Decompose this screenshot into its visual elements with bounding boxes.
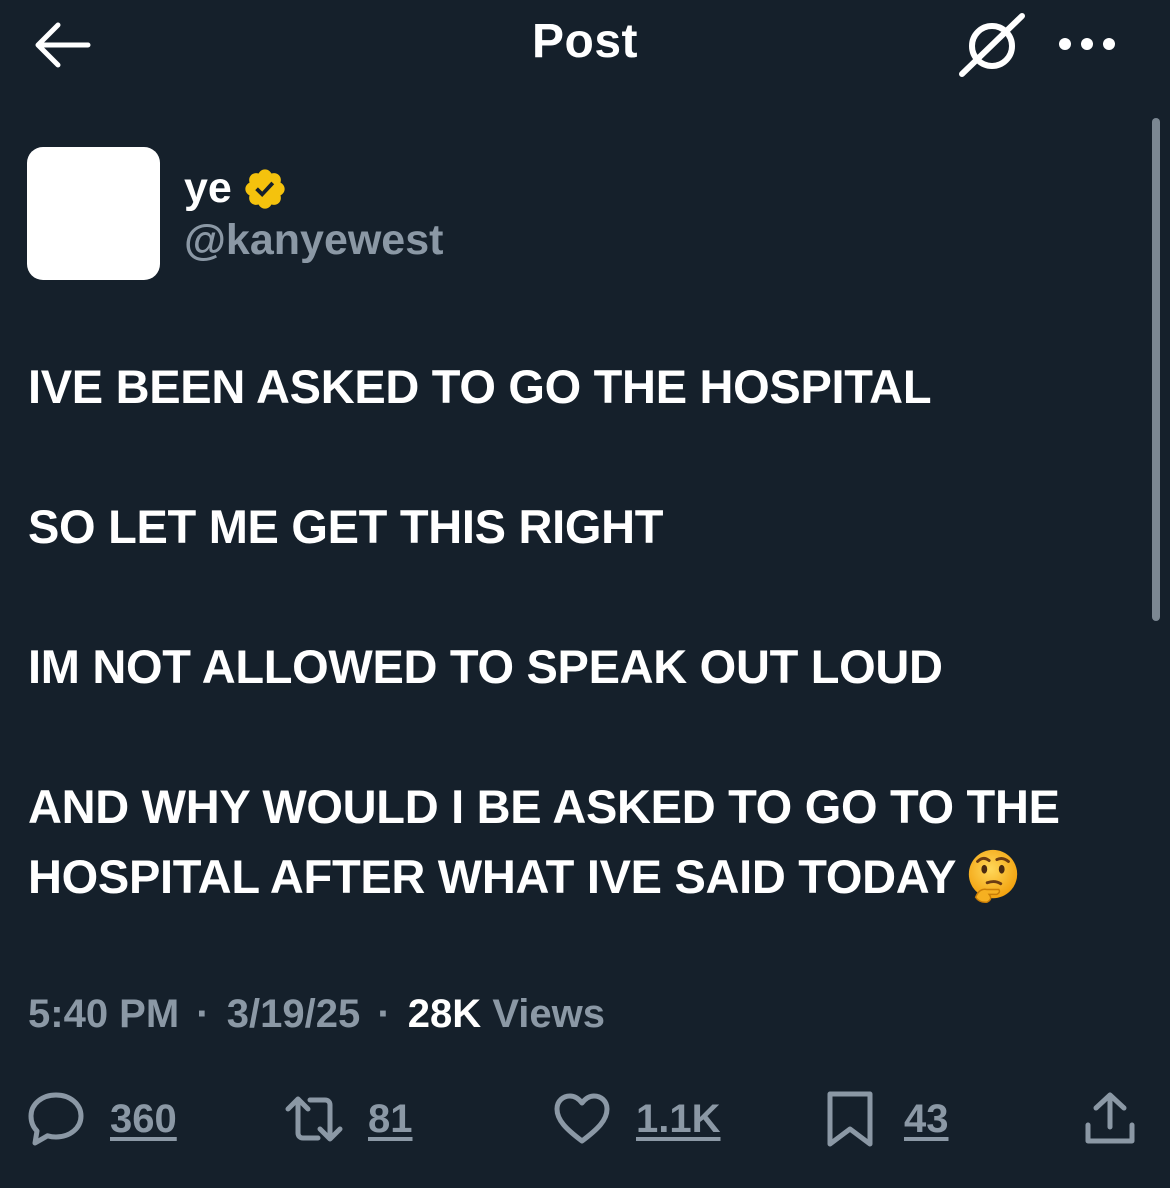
post-text: IVE BEEN ASKED TO GO THE HOSPITAL SO LET… [28, 352, 1148, 912]
views-count: 28K [407, 992, 482, 1036]
share-button[interactable] [1080, 1088, 1140, 1150]
views-label: Views [492, 992, 605, 1036]
post-paragraph: IVE BEEN ASKED TO GO THE HOSPITAL [28, 360, 932, 413]
meta-separator: · [377, 992, 391, 1036]
more-dots-icon [1059, 38, 1115, 50]
bookmark-icon [827, 1091, 873, 1147]
more-options-button[interactable] [1054, 22, 1120, 66]
reply-bubble-icon [28, 1092, 84, 1146]
heart-icon [554, 1093, 610, 1144]
thinking-face-emoji [968, 849, 1018, 903]
meta-separator: · [196, 992, 210, 1036]
repost-count[interactable]: 81 [368, 1093, 413, 1145]
repost-button[interactable]: 81 [284, 1088, 413, 1150]
scrollbar[interactable] [1152, 118, 1160, 621]
repost-arrows-icon [285, 1096, 343, 1142]
display-name[interactable]: ye [184, 162, 232, 214]
verified-badge-icon[interactable] [242, 166, 288, 212]
avatar[interactable] [27, 147, 160, 280]
post-time: 5:40 PM [28, 992, 180, 1036]
post-date: 3/19/25 [226, 992, 361, 1036]
post-paragraph: IM NOT ALLOWED TO SPEAK OUT LOUD [28, 640, 943, 693]
author-name-row: ye [184, 162, 288, 214]
grok-button[interactable] [956, 12, 1026, 78]
grok-icon [959, 13, 1025, 77]
like-button[interactable]: 1.1K [552, 1088, 721, 1150]
post-paragraph-last: AND WHY WOULD I BE ASKED TO GO TO THE HO… [28, 772, 1148, 912]
like-count[interactable]: 1.1K [636, 1093, 721, 1145]
share-upload-icon [1085, 1092, 1135, 1144]
post-meta: 5:40 PM · 3/19/25 · 28K Views [28, 988, 605, 1040]
reply-count[interactable]: 360 [110, 1093, 177, 1145]
post-paragraph-text: AND WHY WOULD I BE ASKED TO GO TO THE HO… [28, 780, 1060, 903]
post-paragraph: SO LET ME GET THIS RIGHT [28, 500, 664, 553]
reply-button[interactable]: 360 [26, 1088, 177, 1150]
bookmark-button[interactable]: 43 [820, 1088, 949, 1150]
bookmark-count[interactable]: 43 [904, 1093, 949, 1145]
author-handle[interactable]: @kanyewest [184, 214, 443, 266]
